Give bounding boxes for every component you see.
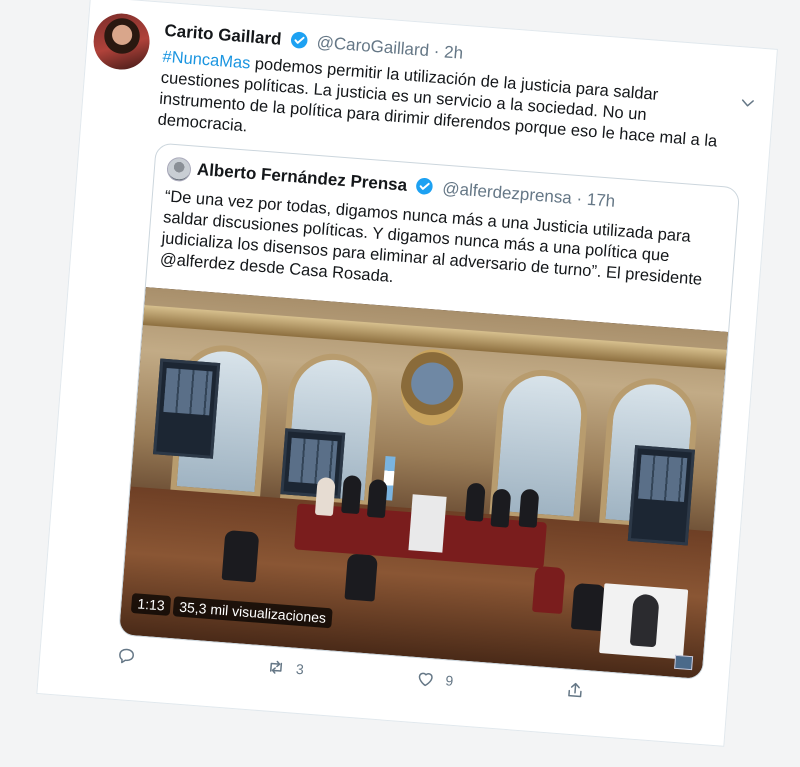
quoted-author-handle[interactable]: @alferdezprensa <box>442 179 573 208</box>
separator-dot: · <box>575 188 583 209</box>
video-scene-screen <box>627 445 695 546</box>
verified-badge-icon <box>415 177 435 201</box>
video-scene-screen <box>153 358 221 459</box>
heart-icon <box>418 672 433 687</box>
chevron-down-icon[interactable] <box>738 93 757 112</box>
share-icon <box>568 682 582 698</box>
author-handle[interactable]: @CaroGaillard <box>316 33 430 61</box>
video-scene-person <box>344 553 378 602</box>
retweet-button[interactable]: 3 <box>265 657 304 680</box>
separator-dot: · <box>433 41 441 61</box>
video-scene-person <box>532 565 566 615</box>
share-button[interactable] <box>564 680 595 702</box>
timestamp[interactable]: 2h <box>443 42 463 62</box>
like-button[interactable]: 9 <box>415 668 454 691</box>
video-scene-person <box>518 488 540 528</box>
like-count: 9 <box>444 672 454 689</box>
retweet-count: 3 <box>295 660 305 678</box>
avatar[interactable] <box>91 11 152 72</box>
video-scene-person <box>221 529 260 583</box>
author-name[interactable]: Carito Gaillard <box>164 21 282 49</box>
video-scene-screen <box>280 428 346 499</box>
reply-button[interactable] <box>116 645 147 667</box>
stage: Carito Gaillard @CaroGaillard · 2h #Nunc… <box>0 0 800 767</box>
quoted-timestamp[interactable]: 17h <box>586 190 616 211</box>
video-scene-person <box>464 482 486 522</box>
quoted-tweet[interactable]: Alberto Fernández Prensa @alferdezprensa… <box>118 142 741 680</box>
video-player[interactable]: 1:13 35,3 mil visualizaciones <box>119 287 729 679</box>
verified-badge-icon <box>289 31 309 55</box>
video-duration: 1:13 <box>130 593 172 616</box>
mini-player-icon[interactable] <box>674 654 694 671</box>
video-scene-person <box>366 478 388 519</box>
sign-language-interpreter-inset <box>599 583 689 660</box>
reply-icon <box>119 648 134 664</box>
tweet-card[interactable]: Carito Gaillard @CaroGaillard · 2h #Nunc… <box>36 0 778 747</box>
quoted-author-name[interactable]: Alberto Fernández Prensa <box>196 160 408 195</box>
retweet-icon <box>269 660 283 674</box>
video-scene-podium <box>408 494 447 553</box>
video-scene-person <box>314 476 336 517</box>
quoted-avatar[interactable] <box>166 156 192 183</box>
video-scene-person <box>341 474 362 515</box>
video-scene-person <box>490 488 512 528</box>
